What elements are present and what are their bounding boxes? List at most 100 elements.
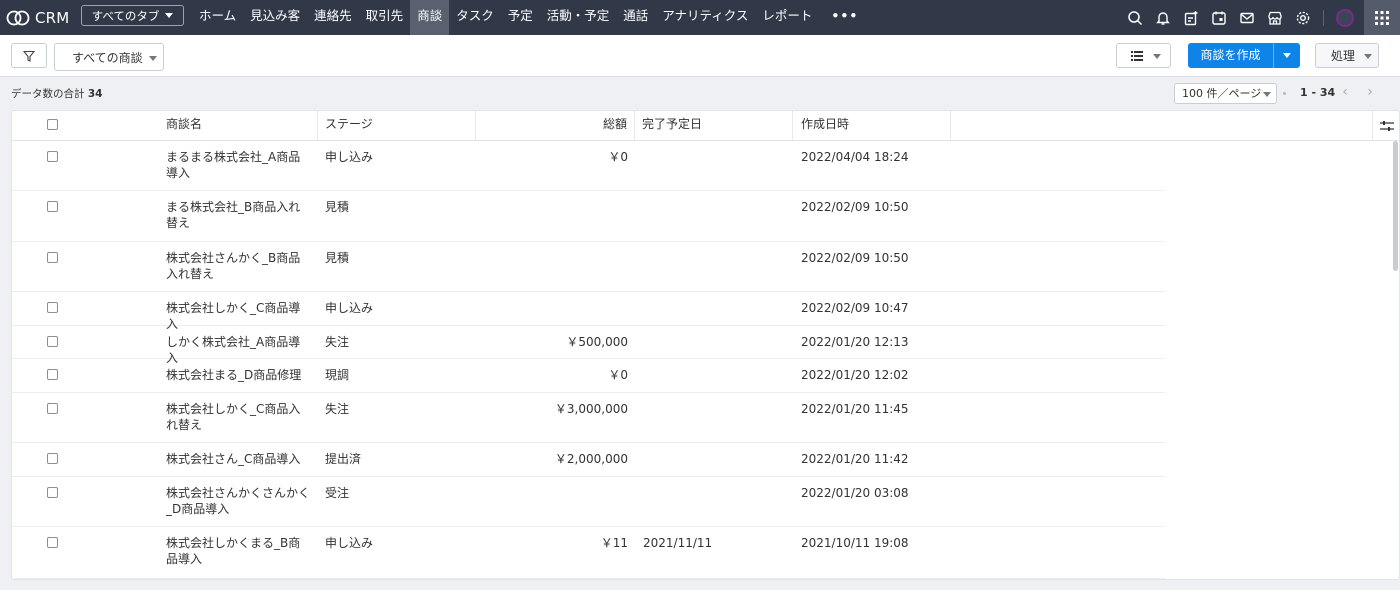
tab-tasks[interactable]: タスク	[449, 0, 501, 35]
row-checkbox[interactable]	[47, 336, 58, 347]
avatar	[1336, 8, 1354, 27]
deal-stage: 現調	[325, 368, 350, 382]
row-checkbox[interactable]	[47, 302, 58, 313]
store-icon[interactable]	[1261, 0, 1289, 35]
view-select[interactable]: すべての商談	[54, 43, 164, 71]
user-avatar-button[interactable]	[1330, 0, 1360, 35]
deal-amount: ￥500,000	[566, 335, 628, 349]
deal-name-link[interactable]: 株式会社しかくまる_B商品導入	[166, 535, 311, 567]
deal-stage: 提出済	[325, 452, 362, 466]
tab-deals[interactable]: 商談	[410, 0, 450, 35]
column-header-name[interactable]: 商談名	[155, 111, 318, 140]
more-tabs-button[interactable]: •••	[819, 0, 870, 35]
deal-created-time: 2022/02/09 10:47	[801, 301, 909, 315]
tab-reports[interactable]: レポート	[755, 0, 819, 35]
tab-analytics[interactable]: アナリティクス	[655, 0, 755, 35]
crm-logo-icon	[6, 10, 30, 25]
per-page-select[interactable]: 100 件／ページ	[1174, 83, 1277, 104]
deal-stage: 見積	[325, 200, 350, 214]
deal-name-link[interactable]: 株式会社さんかくさんかく_D商品導入	[166, 485, 311, 517]
table-row[interactable]: 株式会社まる_D商品修理 現調 ￥0 2022/01/20 12:02	[12, 359, 1165, 393]
table-row[interactable]: 株式会社さんかく_B商品入れ替え 見積 2022/02/09 10:50	[12, 242, 1165, 292]
column-header-close-date[interactable]: 完了予定日	[635, 111, 793, 140]
search-icon[interactable]	[1121, 0, 1149, 35]
list-view-icon	[1131, 51, 1143, 61]
tab-contacts[interactable]: 連絡先	[307, 0, 359, 35]
deal-created-time: 2022/04/04 18:24	[801, 150, 909, 164]
chevron-left-icon[interactable]: ‹	[1337, 84, 1353, 100]
table-row[interactable]: 株式会社さんかくさんかく_D商品導入 受注 2022/01/20 03:08	[12, 477, 1165, 527]
deal-stage: 申し込み	[325, 150, 374, 164]
create-deal-button[interactable]: 商談を作成	[1188, 43, 1300, 68]
tab-home[interactable]: ホーム	[192, 0, 243, 35]
list-view-toggle[interactable]	[1116, 43, 1171, 68]
top-nav: CRM すべてのタブ ホーム 見込み客 連絡先 取引先 商談 タスク 予定 活動…	[0, 0, 1400, 35]
bell-icon[interactable]	[1149, 0, 1177, 35]
app-grid-button[interactable]	[1364, 0, 1400, 35]
grid-icon	[1375, 10, 1389, 25]
select-all-checkbox[interactable]	[47, 119, 58, 130]
chevron-down-icon	[1263, 92, 1271, 97]
tab-accounts[interactable]: 取引先	[359, 0, 411, 35]
row-checkbox[interactable]	[47, 453, 58, 464]
nav-tabs: ホーム 見込み客 連絡先 取引先 商談 タスク 予定 活動・予定 通話 アナリテ…	[192, 0, 870, 35]
row-checkbox[interactable]	[47, 537, 58, 548]
table-row[interactable]: 株式会社さん_C商品導入 提出済 ￥2,000,000 2022/01/20 1…	[12, 443, 1165, 477]
tab-calls[interactable]: 通話	[616, 0, 655, 35]
row-checkbox[interactable]	[47, 252, 58, 263]
record-count-value: 34	[87, 88, 103, 100]
tab-activities[interactable]: 活動・予定	[540, 0, 617, 35]
deal-name-link[interactable]: 株式会社さん_C商品導入	[166, 451, 311, 467]
gear-icon[interactable]	[1289, 0, 1317, 35]
table-row[interactable]: 株式会社しかく_C商品入れ替え 失注 ￥3,000,000 2022/01/20…	[12, 393, 1165, 443]
actions-label: 処理	[1331, 49, 1356, 63]
table-row[interactable]: しかく株式会社_A商品導入 失注 ￥500,000 2022/01/20 12:…	[12, 326, 1165, 365]
table-row[interactable]: 株式会社しかく_C商品導入 申し込み 2022/02/09 10:47	[12, 292, 1165, 331]
column-header-stage[interactable]: ステージ	[318, 111, 476, 140]
row-checkbox[interactable]	[47, 151, 58, 162]
deal-created-time: 2022/01/20 11:45	[801, 402, 909, 416]
row-checkbox[interactable]	[47, 201, 58, 212]
actions-button[interactable]: 処理	[1315, 43, 1379, 68]
vertical-scrollbar[interactable]	[1393, 141, 1398, 271]
deal-created-time: 2022/01/20 12:02	[801, 368, 909, 382]
create-options-dropdown[interactable]	[1274, 43, 1300, 68]
chevron-right-icon[interactable]: ›	[1362, 84, 1378, 100]
deal-amount: ￥0	[608, 150, 628, 164]
deal-name-link[interactable]: 株式会社しかく_C商品入れ替え	[166, 401, 311, 433]
deals-table: 商談名 ステージ 総額 完了予定日 作成日時 まるまる株式会社_A商品導入 申し…	[11, 110, 1400, 580]
deal-name-link[interactable]: まるまる株式会社_A商品導入	[166, 149, 311, 181]
calendar-icon[interactable]	[1205, 0, 1233, 35]
deal-name-link[interactable]: 株式会社まる_D商品修理	[166, 367, 311, 383]
tab-leads[interactable]: 見込み客	[243, 0, 307, 35]
view-select-label: すべての商談	[72, 50, 143, 65]
crm-logo[interactable]: CRM	[6, 8, 69, 27]
filter-button[interactable]	[11, 43, 47, 68]
column-settings-button[interactable]	[1372, 111, 1399, 140]
deal-created-time: 2022/01/20 03:08	[801, 486, 909, 500]
all-tabs-dropdown[interactable]: すべてのタブ	[81, 5, 184, 26]
row-checkbox[interactable]	[47, 487, 58, 498]
new-note-icon[interactable]	[1177, 0, 1205, 35]
deal-created-time: 2022/01/20 12:13	[801, 335, 909, 349]
row-checkbox[interactable]	[47, 403, 58, 414]
deal-created-time: 2022/02/09 10:50	[801, 251, 909, 265]
deal-name-link[interactable]: 株式会社さんかく_B商品入れ替え	[166, 250, 311, 282]
table-row[interactable]: まるまる株式会社_A商品導入 申し込み ￥0 2022/04/04 18:24	[12, 141, 1165, 191]
table-row[interactable]: 株式会社しかくまる_B商品導入 申し込み ￥11 2021/11/11 2021…	[12, 527, 1165, 579]
record-count-label: データ数の合計	[11, 88, 85, 100]
app-name: CRM	[35, 8, 70, 27]
filter-icon	[23, 50, 35, 62]
deal-name-link[interactable]: まる株式会社_B商品入れ替え	[166, 199, 311, 231]
deal-close-date: 2021/11/11	[643, 536, 713, 550]
column-header-created[interactable]: 作成日時	[793, 111, 951, 140]
mail-icon[interactable]	[1233, 0, 1261, 35]
table-row[interactable]: まる株式会社_B商品入れ替え 見積 2022/02/09 10:50	[12, 191, 1165, 242]
separator-dot	[1283, 92, 1286, 95]
record-count: データ数の合計 34	[11, 86, 102, 101]
column-header-amount[interactable]: 総額	[476, 111, 635, 140]
chevron-down-icon	[149, 56, 157, 61]
deal-stage: 失注	[325, 402, 350, 416]
tab-events[interactable]: 予定	[501, 0, 540, 35]
row-checkbox[interactable]	[47, 369, 58, 380]
